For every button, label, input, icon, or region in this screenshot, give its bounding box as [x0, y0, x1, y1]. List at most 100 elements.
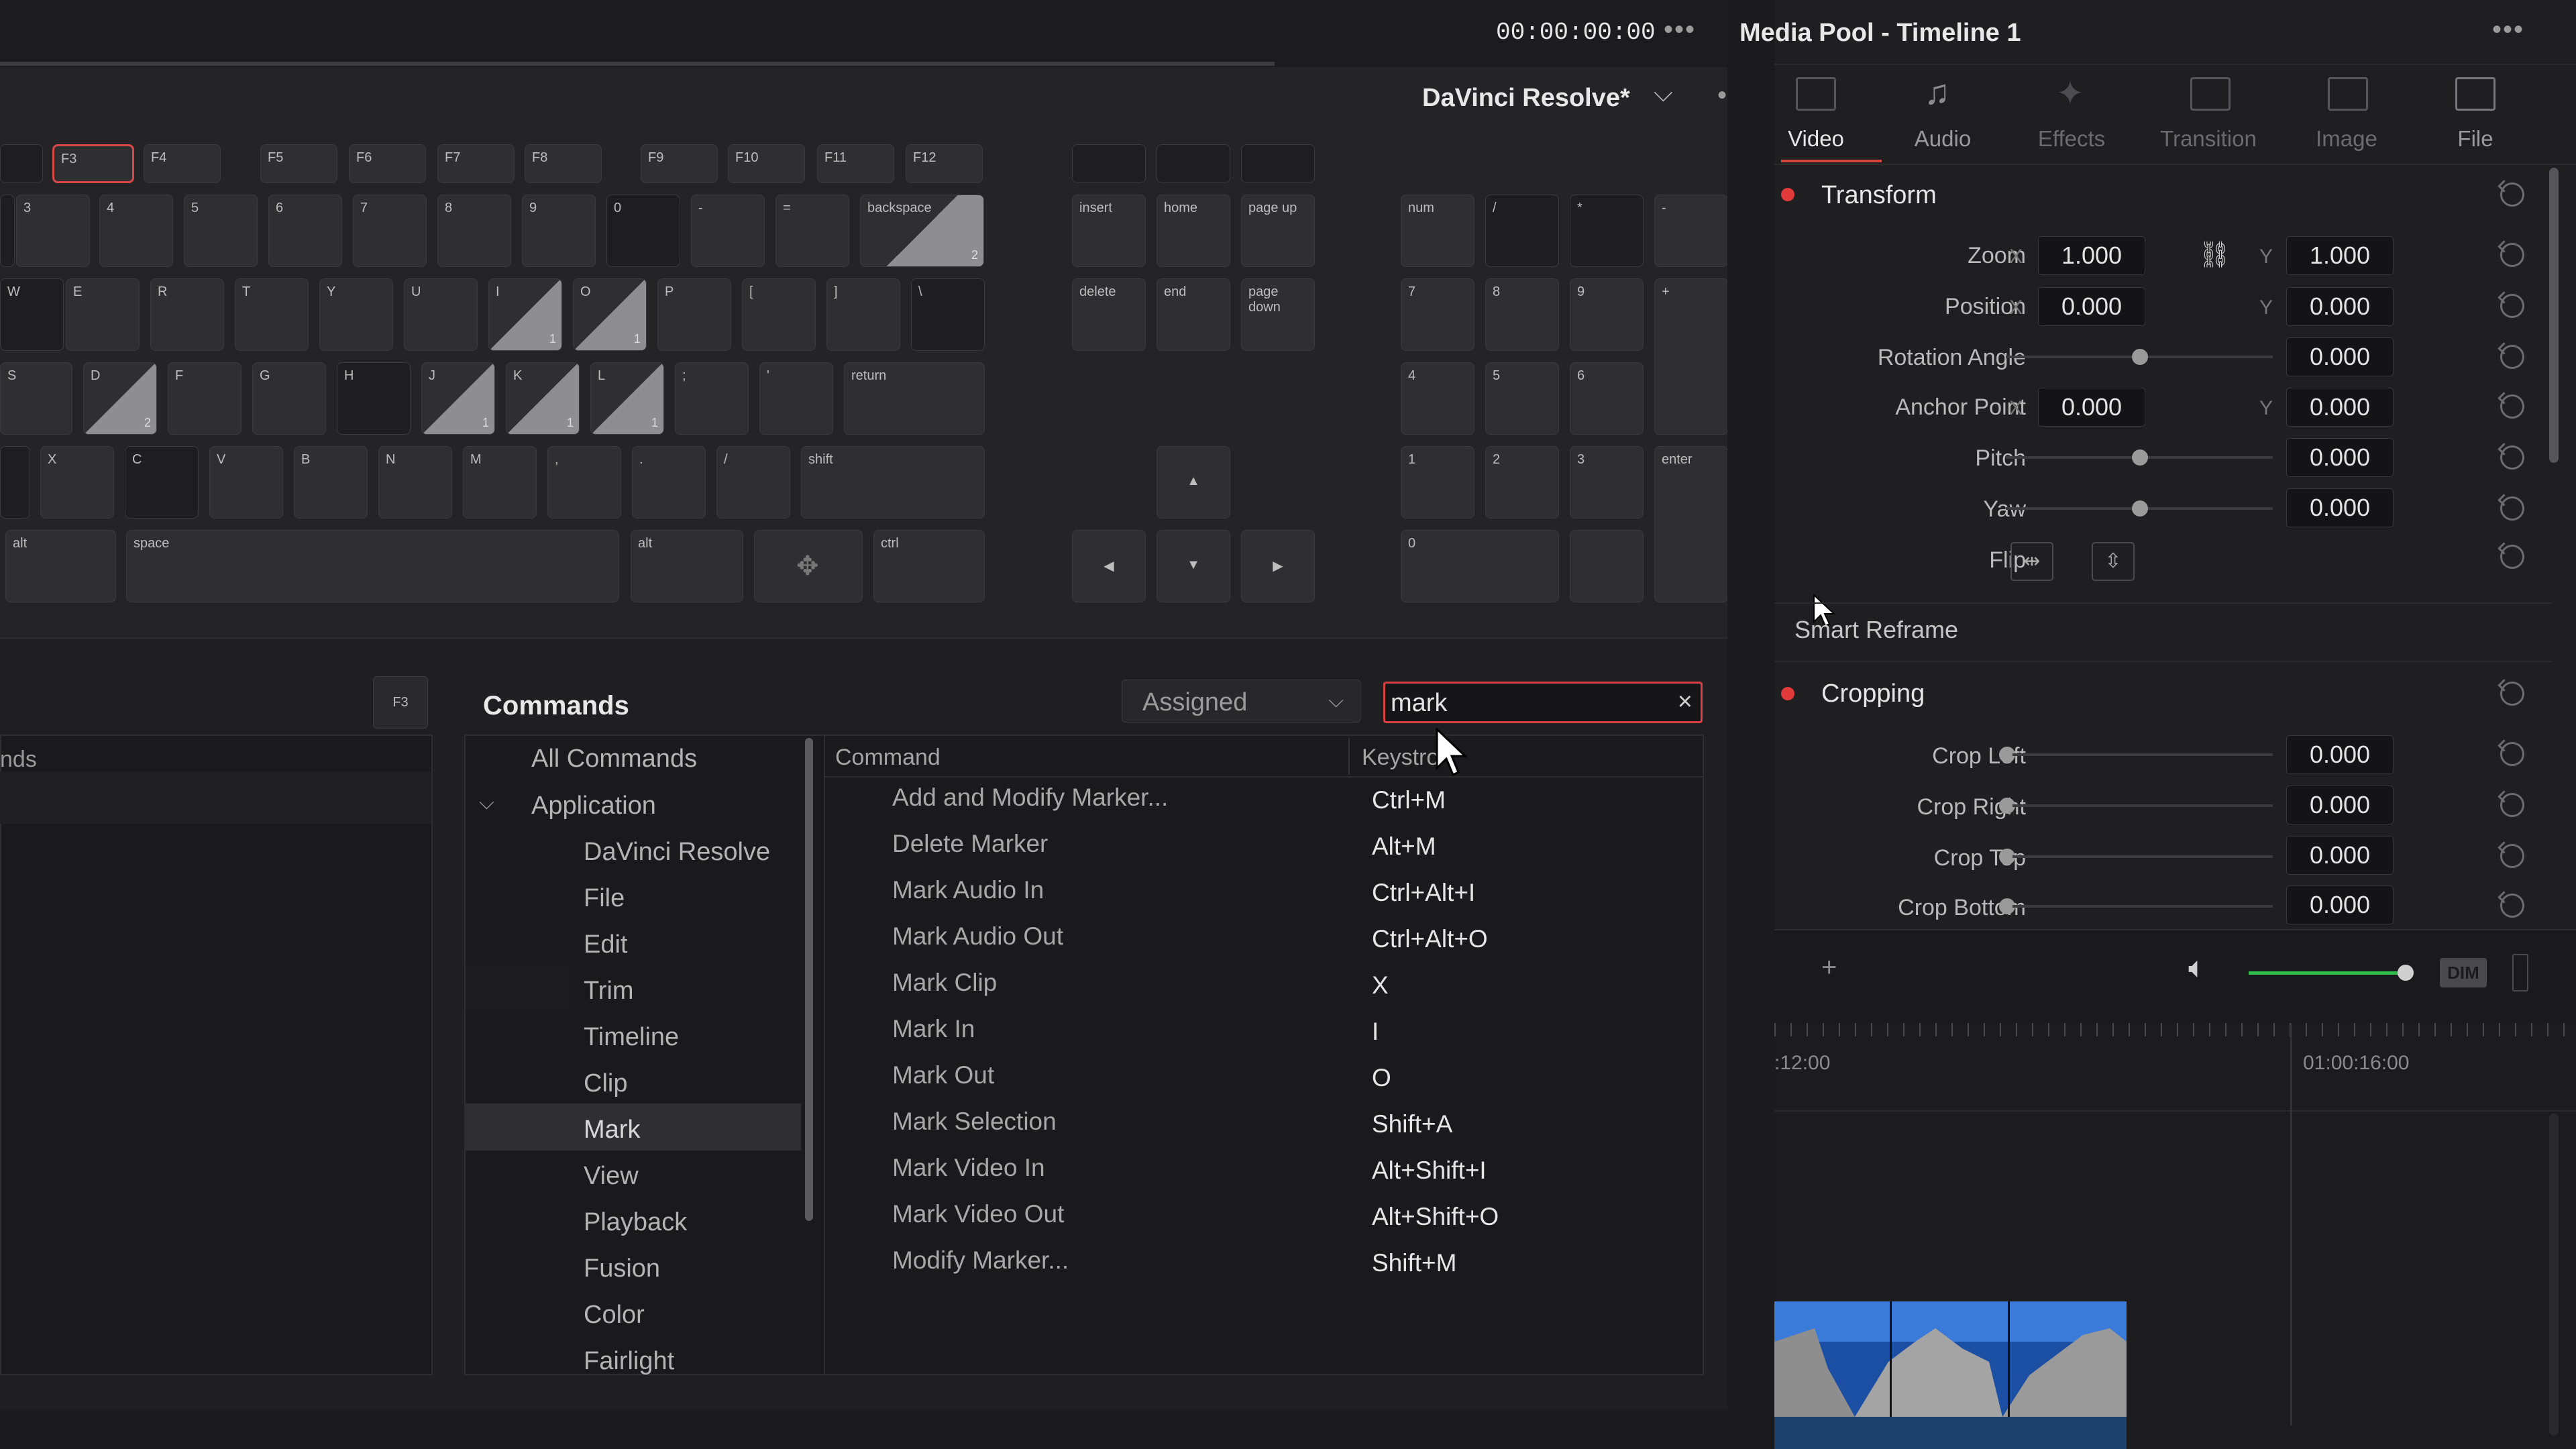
- key-j[interactable]: J1: [421, 362, 495, 435]
- command-row-key[interactable]: Shift+A: [1372, 1110, 1452, 1138]
- tree-item-edit[interactable]: Edit: [584, 930, 627, 959]
- key-bracket-right[interactable]: ]: [826, 278, 900, 351]
- pitch-field[interactable]: 0.000: [2286, 438, 2394, 477]
- key-return[interactable]: return: [844, 362, 985, 435]
- panel-divider[interactable]: [1727, 0, 1774, 1449]
- command-row-name[interactable]: Mark Video Out: [892, 1200, 1064, 1228]
- key-equals[interactable]: =: [775, 195, 849, 267]
- tab-image[interactable]: Image: [2286, 126, 2407, 152]
- key-n[interactable]: N: [378, 446, 452, 519]
- tree-item-mark[interactable]: Mark: [584, 1116, 640, 1144]
- command-row-name[interactable]: Mark Out: [892, 1061, 994, 1089]
- key-num-decimal[interactable]: [1570, 530, 1644, 602]
- flip-horizontal-icon[interactable]: ⇹: [2010, 542, 2053, 581]
- tab-transition[interactable]: Transition: [2148, 126, 2269, 152]
- reset-icon[interactable]: [2500, 793, 2524, 817]
- key-f5[interactable]: F5: [260, 144, 337, 183]
- key-delete[interactable]: delete: [1072, 278, 1146, 351]
- key-f12[interactable]: F12: [906, 144, 983, 183]
- key-i[interactable]: I1: [488, 278, 562, 351]
- key-m[interactable]: M: [463, 446, 537, 519]
- tree-item-application[interactable]: Application: [531, 792, 656, 820]
- key-f8[interactable]: F8: [525, 144, 602, 183]
- key-r[interactable]: R: [150, 278, 224, 351]
- command-row-name[interactable]: Mark Selection: [892, 1108, 1057, 1136]
- key-prtsc[interactable]: [1072, 144, 1146, 183]
- key-t[interactable]: T: [235, 278, 309, 351]
- tree-item-trim[interactable]: Trim: [584, 977, 634, 1006]
- tab-file[interactable]: File: [2415, 126, 2536, 152]
- key-alt-right[interactable]: alt: [631, 530, 743, 602]
- reset-icon[interactable]: [2500, 682, 2524, 706]
- command-row-key[interactable]: Alt+M: [1372, 833, 1436, 861]
- key-arrow-right[interactable]: ▶: [1241, 530, 1315, 602]
- key-f9[interactable]: F9: [641, 144, 718, 183]
- key-f11[interactable]: F11: [817, 144, 894, 183]
- key-f7[interactable]: F7: [437, 144, 515, 183]
- reset-icon[interactable]: [2500, 345, 2524, 369]
- dim-button[interactable]: DIM: [2440, 958, 2487, 987]
- volume-slider[interactable]: [2249, 971, 2414, 975]
- key-f[interactable]: F: [168, 362, 241, 435]
- position-y-field[interactable]: 0.000: [2286, 287, 2394, 326]
- key-backslash[interactable]: \: [911, 278, 985, 351]
- reset-icon[interactable]: [2500, 294, 2524, 318]
- key-shift-left[interactable]: [0, 446, 30, 519]
- column-header-command[interactable]: Command: [835, 745, 941, 771]
- key-g[interactable]: G: [252, 362, 326, 435]
- inspector-menu-dots[interactable]: •••: [2492, 15, 2524, 45]
- key-partial[interactable]: [0, 195, 15, 267]
- speaker-icon[interactable]: 🔈︎: [2188, 951, 2206, 985]
- tree-item-davinci-resolve[interactable]: DaVinci Resolve: [584, 838, 770, 867]
- key-page-up[interactable]: page up: [1241, 195, 1315, 267]
- key-6[interactable]: 6: [268, 195, 342, 267]
- key-num-6[interactable]: 6: [1570, 362, 1644, 435]
- command-row-name[interactable]: Mark Audio In: [892, 876, 1044, 904]
- command-row-name[interactable]: Mark Audio Out: [892, 922, 1063, 951]
- key-numlock[interactable]: num: [1401, 195, 1474, 267]
- key-arrow-left[interactable]: ◀: [1072, 530, 1146, 602]
- key-slash[interactable]: /: [716, 446, 790, 519]
- key-scroll[interactable]: [1157, 144, 1230, 183]
- key-num-3[interactable]: 3: [1570, 446, 1644, 519]
- tab-video[interactable]: Video: [1756, 126, 1876, 152]
- timeline-ruler[interactable]: [1774, 1023, 2576, 1112]
- keyboard-preset-title[interactable]: DaVinci Resolve*: [1422, 84, 1630, 113]
- command-row-name[interactable]: Add and Modify Marker...: [892, 784, 1168, 812]
- command-row-key[interactable]: Ctrl+Alt+O: [1372, 925, 1488, 953]
- key-num-5[interactable]: 5: [1485, 362, 1559, 435]
- key-num-0[interactable]: 0: [1401, 530, 1559, 602]
- tree-item-timeline[interactable]: Timeline: [584, 1023, 679, 1052]
- key-pause[interactable]: [1241, 144, 1315, 183]
- command-row-name[interactable]: Mark Video In: [892, 1154, 1045, 1182]
- tree-item-view[interactable]: View: [584, 1162, 639, 1191]
- reset-icon[interactable]: [2500, 844, 2524, 868]
- key-8[interactable]: 8: [437, 195, 511, 267]
- key-insert[interactable]: insert: [1072, 195, 1146, 267]
- key-7[interactable]: 7: [353, 195, 427, 267]
- zoom-y-field[interactable]: 1.000: [2286, 236, 2394, 275]
- reset-icon[interactable]: [2500, 394, 2524, 419]
- command-row-name[interactable]: Delete Marker: [892, 830, 1048, 858]
- plus-icon[interactable]: +: [1821, 953, 1837, 983]
- transform-section-title[interactable]: Transform: [1821, 181, 1937, 210]
- chevron-down-icon[interactable]: ⌵: [479, 792, 494, 814]
- key-backspace[interactable]: backspace 2: [860, 195, 984, 267]
- key-num-plus[interactable]: +: [1654, 278, 1728, 435]
- key-list-selected-row[interactable]: [0, 771, 431, 824]
- key-f3[interactable]: F3: [52, 144, 134, 183]
- key-k[interactable]: K1: [506, 362, 580, 435]
- pitch-slider-handle[interactable]: [2132, 449, 2148, 466]
- key-shift-right[interactable]: shift: [801, 446, 985, 519]
- key-f2[interactable]: [0, 144, 43, 183]
- key-period[interactable]: .: [632, 446, 706, 519]
- crop-bottom-slider[interactable]: [2012, 905, 2273, 908]
- key-num-8[interactable]: 8: [1485, 278, 1559, 351]
- key-l[interactable]: L1: [590, 362, 664, 435]
- command-row-key[interactable]: Ctrl+M: [1372, 786, 1446, 814]
- key-w[interactable]: W: [0, 278, 64, 351]
- filter-dropdown[interactable]: Assigned ⌵: [1122, 680, 1360, 722]
- tree-item-fusion[interactable]: Fusion: [584, 1254, 660, 1283]
- key-num-4[interactable]: 4: [1401, 362, 1474, 435]
- key-num-7[interactable]: 7: [1401, 278, 1474, 351]
